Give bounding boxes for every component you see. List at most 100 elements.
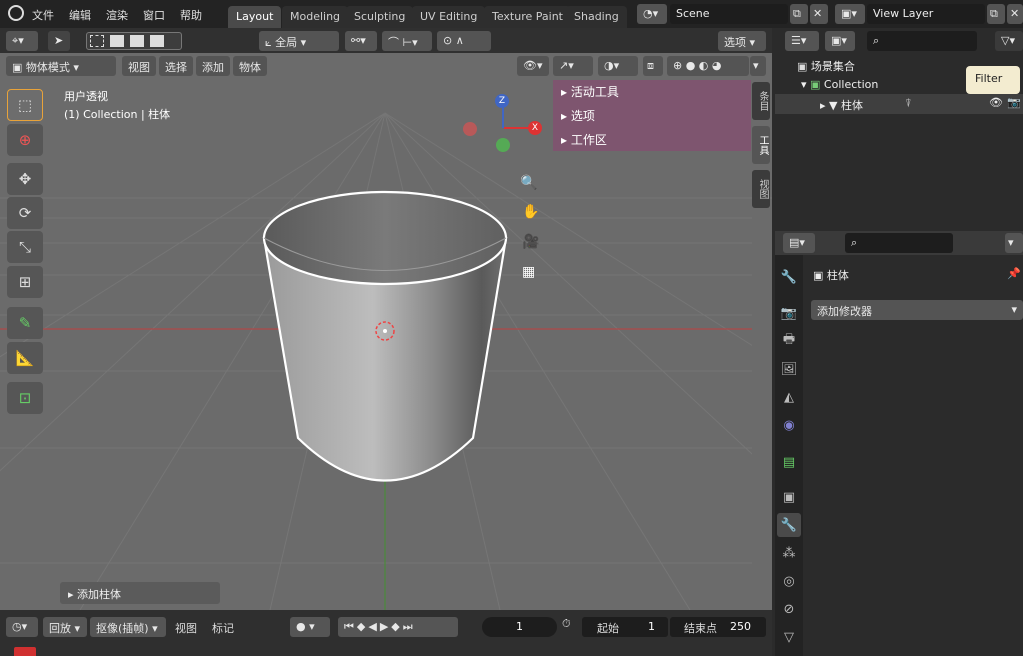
timeline-view-menu[interactable]: 视图 [175, 620, 197, 636]
current-frame-field[interactable]: 1 [482, 617, 557, 637]
gizmo-y-axis[interactable] [496, 138, 510, 152]
select-box-tool-icon[interactable]: ⬚ [7, 89, 43, 121]
measure-tool-icon[interactable]: 📐 [7, 342, 43, 374]
cylinder-row[interactable]: ▸ ▼ 柱体 [820, 97, 863, 113]
filter-icon[interactable]: ▽▾ [995, 31, 1023, 51]
outliner-search-input[interactable]: ⌕ [867, 31, 977, 51]
perspective-grid-icon[interactable]: ▦ [522, 264, 535, 280]
playback-controls-icon[interactable]: ⏮◆◀▶◆⏭ [338, 617, 458, 637]
world-properties-icon[interactable]: ◉ [777, 413, 801, 437]
pin-icon[interactable]: 📌 [1007, 267, 1021, 280]
new-scene-icon[interactable]: ⧉ [790, 4, 808, 24]
physics-properties-icon[interactable]: ◎ [777, 569, 801, 593]
gizmo-x-axis[interactable]: X [528, 121, 542, 135]
menu-help[interactable]: 帮助 [180, 7, 202, 23]
mesh-data-icon[interactable]: ⍒ [905, 97, 912, 111]
camera-view-icon[interactable]: 🎥 [522, 234, 539, 250]
gizmo-neg-x-axis[interactable] [463, 122, 477, 136]
object-properties-icon[interactable]: ▣ [777, 485, 801, 509]
collection-row[interactable]: ▾ ▣ Collection [801, 78, 878, 91]
delete-view-layer-icon[interactable]: ✕ [1007, 4, 1023, 24]
orientation-dropdown[interactable]: ⟀ 全局 ▾ [259, 31, 339, 51]
properties-search-input[interactable]: ⌕ [845, 233, 953, 253]
menu-edit[interactable]: 编辑 [69, 7, 91, 23]
clock-icon[interactable]: ⏱ [562, 617, 582, 637]
new-view-layer-icon[interactable]: ⧉ [987, 4, 1005, 24]
tool-settings-icon[interactable]: 🔧 [777, 265, 801, 289]
gizmo-toggle-icon[interactable]: ↗▾ [553, 56, 593, 76]
options-dropdown[interactable]: 选项 ▾ [718, 31, 766, 51]
mode-dropdown[interactable]: ▣ 物体模式 ▾ [6, 56, 116, 76]
tab-shading[interactable]: Shading [566, 6, 627, 28]
tab-modeling[interactable]: Modeling [282, 6, 349, 28]
frame-indicator[interactable] [14, 647, 36, 656]
add-cube-tool-icon[interactable]: ⊡ [7, 382, 43, 414]
properties-options-icon[interactable]: ▾ [1005, 233, 1023, 253]
playback-dropdown[interactable]: 回放 ▾ [43, 617, 87, 637]
modifier-properties-icon[interactable]: 🔧 [777, 513, 801, 537]
blender-logo-icon[interactable] [8, 5, 24, 21]
outliner-type-icon[interactable]: ☰▾ [785, 31, 819, 51]
scene-selector-icon[interactable]: ◔▾ [637, 4, 667, 24]
scale-tool-icon[interactable]: ⤡ [7, 231, 43, 263]
transform-tool-icon[interactable]: ⊞ [7, 266, 43, 298]
delete-scene-icon[interactable]: ✕ [810, 4, 828, 24]
rotate-tool-icon[interactable]: ⟳ [7, 197, 43, 229]
properties-type-icon[interactable]: ▤▾ [783, 233, 815, 253]
menu-select[interactable]: 选择 [159, 56, 193, 76]
snap-icon[interactable]: ⌒ ⊢▾ [382, 31, 432, 51]
timeline-marker-menu[interactable]: 标记 [212, 620, 234, 636]
record-keyframe-icon[interactable]: ● ▾ [290, 617, 330, 637]
editor-type-icon[interactable]: ⌖▾ [6, 31, 38, 51]
xray-icon[interactable]: ⧈ [643, 56, 663, 76]
constraints-properties-icon[interactable]: ⊘ [777, 597, 801, 621]
visibility-icon[interactable]: 👁▾ [517, 56, 549, 76]
proportional-edit-icon[interactable]: ⊙ ∧ [437, 31, 491, 51]
menu-file[interactable]: 文件 [32, 7, 54, 23]
zoom-icon[interactable]: 🔍 [520, 175, 537, 191]
add-modifier-dropdown[interactable]: 添加修改器 ▾ [811, 300, 1023, 320]
move-tool-icon[interactable]: ✥ [7, 163, 43, 195]
start-frame-field[interactable] [582, 617, 668, 637]
collection-properties-icon[interactable]: ▤ [777, 450, 801, 474]
pan-hand-icon[interactable]: ✋ [522, 204, 539, 220]
tab-texture-paint[interactable]: Texture Paint [484, 6, 571, 28]
menu-view[interactable]: 视图 [122, 56, 156, 76]
data-properties-icon[interactable]: ▽ [777, 625, 801, 649]
shading-mode-icons[interactable]: ⊕ ● ◐ ◕ [667, 56, 749, 76]
panel-active-tool[interactable]: ▸ 活动工具 [561, 83, 619, 107]
keying-dropdown[interactable]: 抠像(插帧) ▾ [90, 617, 166, 637]
panel-workspace[interactable]: ▸ 工作区 [561, 131, 607, 155]
menu-object[interactable]: 物体 [233, 56, 267, 76]
menu-window[interactable]: 窗口 [143, 7, 165, 23]
overlay-toggle-icon[interactable]: ◑▾ [598, 56, 638, 76]
timeline-type-icon[interactable]: ◷▾ [6, 617, 38, 637]
particles-properties-icon[interactable]: ⁂ [777, 541, 801, 565]
menu-add[interactable]: 添加 [196, 56, 230, 76]
gizmo-z-axis[interactable]: Z [495, 94, 509, 108]
scene-properties-icon[interactable]: ◭ [777, 385, 801, 409]
outliner-row-cylinder[interactable] [775, 94, 1023, 114]
scene-collection-row[interactable]: ▣ 场景集合 [797, 58, 855, 74]
view-layer-properties-icon[interactable]: 🖼 [777, 357, 801, 381]
pivot-point-icon[interactable]: ⚯▾ [345, 31, 377, 51]
shading-options-icon[interactable]: ▾ [750, 56, 766, 76]
tab-layout[interactable]: Layout [228, 6, 282, 28]
render-camera-icon[interactable]: 📷 [1007, 96, 1021, 109]
annotate-tool-icon[interactable]: ✎ [7, 307, 43, 339]
selection-mode-icons[interactable] [86, 32, 182, 50]
select-tool-icon[interactable]: ➤ [48, 31, 70, 51]
panel-options[interactable]: ▸ 选项 [561, 107, 595, 131]
render-properties-icon[interactable]: 📷 [777, 301, 801, 325]
side-tab-tool[interactable]: 工具 [752, 126, 770, 164]
visibility-eye-icon[interactable]: 👁 [989, 96, 1003, 109]
display-mode-icon[interactable]: ▣▾ [825, 31, 855, 51]
side-tab-view[interactable]: 视图 [752, 170, 770, 208]
scene-name-field[interactable]: Scene [670, 4, 788, 24]
side-tab-item[interactable]: 条目 [752, 82, 770, 120]
tab-uv-editing[interactable]: UV Editing [412, 6, 486, 28]
view-layer-field[interactable]: View Layer [867, 4, 985, 24]
menu-render[interactable]: 渲染 [106, 7, 128, 23]
output-properties-icon[interactable]: 🖶 [777, 329, 801, 353]
tab-sculpting[interactable]: Sculpting [346, 6, 414, 28]
